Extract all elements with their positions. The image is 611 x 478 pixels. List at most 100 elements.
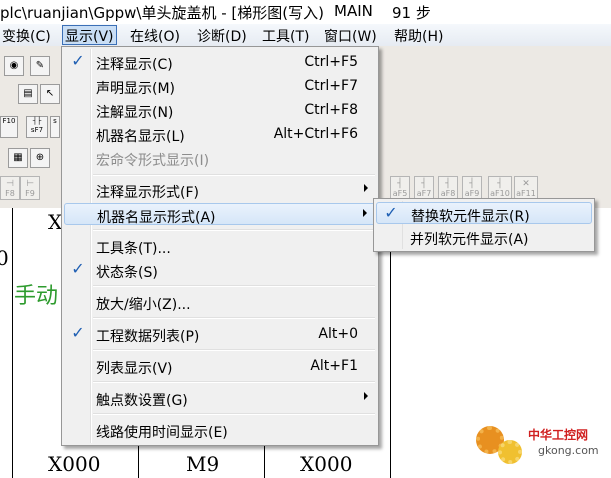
fkey-af11-label: aF11 (516, 189, 536, 198)
fkey-f9[interactable]: ⊢ F9 (20, 176, 40, 200)
menu-diagnose[interactable]: 诊断(D) (195, 26, 249, 45)
f10-label: F10 (2, 117, 16, 125)
item-label: 注释显示形式(F) (96, 185, 199, 201)
menu-item-project-data-list[interactable]: ✓ 工程数据列表(P) Alt+0 (64, 323, 376, 346)
item-label: 状态条(S) (96, 265, 158, 281)
item-label: 替换软元件显示(R) (411, 209, 530, 225)
fkey-f9-label: F9 (25, 189, 35, 198)
menu-item-device-name-format[interactable]: 机器名显示形式(A) (64, 203, 376, 226)
fkey-af8[interactable]: ┤ aF8 (438, 176, 458, 200)
device-x000-right[interactable]: X000 (300, 452, 352, 476)
device-name-format-submenu: ✓ 替换软元件显示(R) 并列软元件显示(A) (373, 198, 595, 252)
fkey-f8-label: F8 (5, 189, 15, 198)
fkey-af7[interactable]: ┤ aF7 (414, 176, 434, 200)
item-shortcut: Ctrl+F7 (304, 78, 358, 94)
checkmark-icon: ✓ (71, 259, 85, 278)
item-label: 工具条(T)... (96, 241, 171, 257)
item-shortcut: Ctrl+F8 (304, 102, 358, 118)
item-shortcut: Alt+0 (318, 326, 358, 342)
menu-item-contact-count[interactable]: 触点数设置(G) (64, 387, 376, 409)
step-number: 0 (0, 246, 9, 270)
item-shortcut: Alt+Ctrl+F6 (273, 126, 358, 142)
fkey-f8[interactable]: ⊣ F8 (0, 176, 20, 200)
menu-item-macro-display: 宏命令形式显示(I) (64, 147, 376, 169)
menu-separator (93, 413, 375, 415)
open-icon[interactable]: ◉ (4, 56, 24, 76)
menu-item-comment-format[interactable]: 注释显示形式(F) (64, 179, 376, 201)
submenu-item-parallel-device[interactable]: 并列软元件显示(A) (376, 226, 592, 248)
fkey-af7-label: aF7 (416, 189, 432, 198)
checkmark-icon: ✓ (71, 323, 85, 342)
menu-online[interactable]: 在线(O) (128, 26, 182, 45)
item-label: 机器名显示形式(A) (97, 210, 216, 226)
fkey-af9-label: aF9 (464, 189, 480, 198)
sf7-label: sF7 (30, 126, 44, 134)
item-label: 并列软元件显示(A) (410, 232, 529, 248)
menu-item-toolbar[interactable]: 工具条(T)... (64, 235, 376, 257)
contact-sf7-icon[interactable]: ┤├ sF7 (26, 116, 48, 138)
fkey-af10[interactable]: ┤ aF10 (488, 176, 512, 200)
item-label: 线路使用时间显示(E) (96, 425, 228, 441)
fkey-af5-label: aF5 (392, 189, 408, 198)
submenu-item-replace-device[interactable]: ✓ 替换软元件显示(R) (376, 202, 592, 225)
item-shortcut: Ctrl+F5 (304, 54, 358, 70)
program-mode: MAIN (334, 2, 373, 20)
menu-separator (93, 174, 375, 176)
item-shortcut: Alt+F1 (310, 358, 358, 374)
menu-item-status-bar[interactable]: ✓ 状态条(S) (64, 259, 376, 282)
menu-separator (93, 285, 375, 287)
fkey-af5[interactable]: ┤ aF5 (390, 176, 410, 200)
item-label: 宏命令形式显示(I) (96, 153, 210, 169)
fkey-af8-label: aF8 (440, 189, 456, 198)
fkey-af11[interactable]: ✕ aF11 (514, 176, 538, 200)
watermark-site: gkong.com (538, 444, 599, 457)
item-label: 触点数设置(G) (96, 393, 188, 409)
title-bar: plc\ruanjian\Gppw\单头旋盖机 - [梯形图(写入) MAIN … (0, 0, 611, 25)
menu-item-note-display[interactable]: 注解显示(N) Ctrl+F8 (64, 99, 376, 121)
menu-item-zoom[interactable]: 放大/缩小(Z)... (64, 291, 376, 313)
menu-item-list-display[interactable]: 列表显示(V) Alt+F1 (64, 355, 376, 377)
menu-display[interactable]: 显示(V) (62, 25, 117, 45)
menu-help[interactable]: 帮助(H) (392, 26, 445, 45)
menu-bar: 变换(C) 显示(V) 在线(O) 诊断(D) 工具(T) 窗口(W) 帮助(H… (0, 24, 611, 47)
item-label: 注释显示(C) (96, 57, 173, 73)
menu-separator (93, 381, 375, 383)
edit-icon[interactable]: ✎ (30, 56, 50, 76)
menu-item-device-name-display[interactable]: 机器名显示(L) Alt+Ctrl+F6 (64, 123, 376, 145)
zoom-icon[interactable]: ⊕ (30, 148, 50, 168)
menu-item-comment-display[interactable]: ✓ 注释显示(C) Ctrl+F5 (64, 51, 376, 74)
submenu-arrow-icon (364, 184, 368, 192)
gkong-watermark: 中华工控网 gkong.com (476, 420, 606, 472)
item-label: 注解显示(N) (96, 105, 174, 121)
device-x000-left[interactable]: X000 (48, 452, 100, 476)
menu-convert[interactable]: 变换(C) (0, 26, 53, 45)
menu-item-line-usage-time[interactable]: 线路使用时间显示(E) (64, 419, 376, 441)
item-label: 列表显示(V) (96, 361, 173, 377)
cursor-icon[interactable]: ↖ (40, 84, 60, 104)
menu-window[interactable]: 窗口(W) (322, 26, 379, 45)
step-count: 91 步 (392, 4, 431, 22)
comment-text: 手动 (14, 284, 59, 309)
menu-separator (93, 229, 375, 231)
item-label: 机器名显示(L) (96, 129, 185, 145)
display-menu: ✓ 注释显示(C) Ctrl+F5 声明显示(M) Ctrl+F7 注解显示(N… (61, 46, 379, 446)
contact-s-icon[interactable]: s (50, 116, 60, 138)
window-title: plc\ruanjian\Gppw\单头旋盖机 - [梯形图(写入) (0, 4, 324, 22)
watermark-brand: 中华工控网 (528, 428, 589, 442)
item-label: 放大/缩小(Z)... (96, 297, 191, 313)
menu-tools[interactable]: 工具(T) (260, 26, 311, 45)
fkey-af9[interactable]: ┤ aF9 (462, 176, 482, 200)
gear-icon (498, 440, 522, 464)
checkmark-icon: ✓ (384, 203, 398, 222)
menu-separator (93, 317, 375, 319)
menu-item-declaration-display[interactable]: 声明显示(M) Ctrl+F7 (64, 75, 376, 97)
submenu-arrow-icon (363, 209, 367, 217)
grid-icon[interactable]: ▦ (8, 148, 28, 168)
fkey-af10-label: aF10 (490, 189, 510, 198)
item-label: 工程数据列表(P) (96, 329, 200, 345)
left-rail (12, 208, 13, 478)
item-label: 声明显示(M) (96, 81, 176, 97)
page-icon[interactable]: ▤ (18, 84, 38, 104)
contact-f10-icon[interactable]: F10 (0, 116, 18, 138)
device-m9[interactable]: M9 (186, 452, 219, 476)
